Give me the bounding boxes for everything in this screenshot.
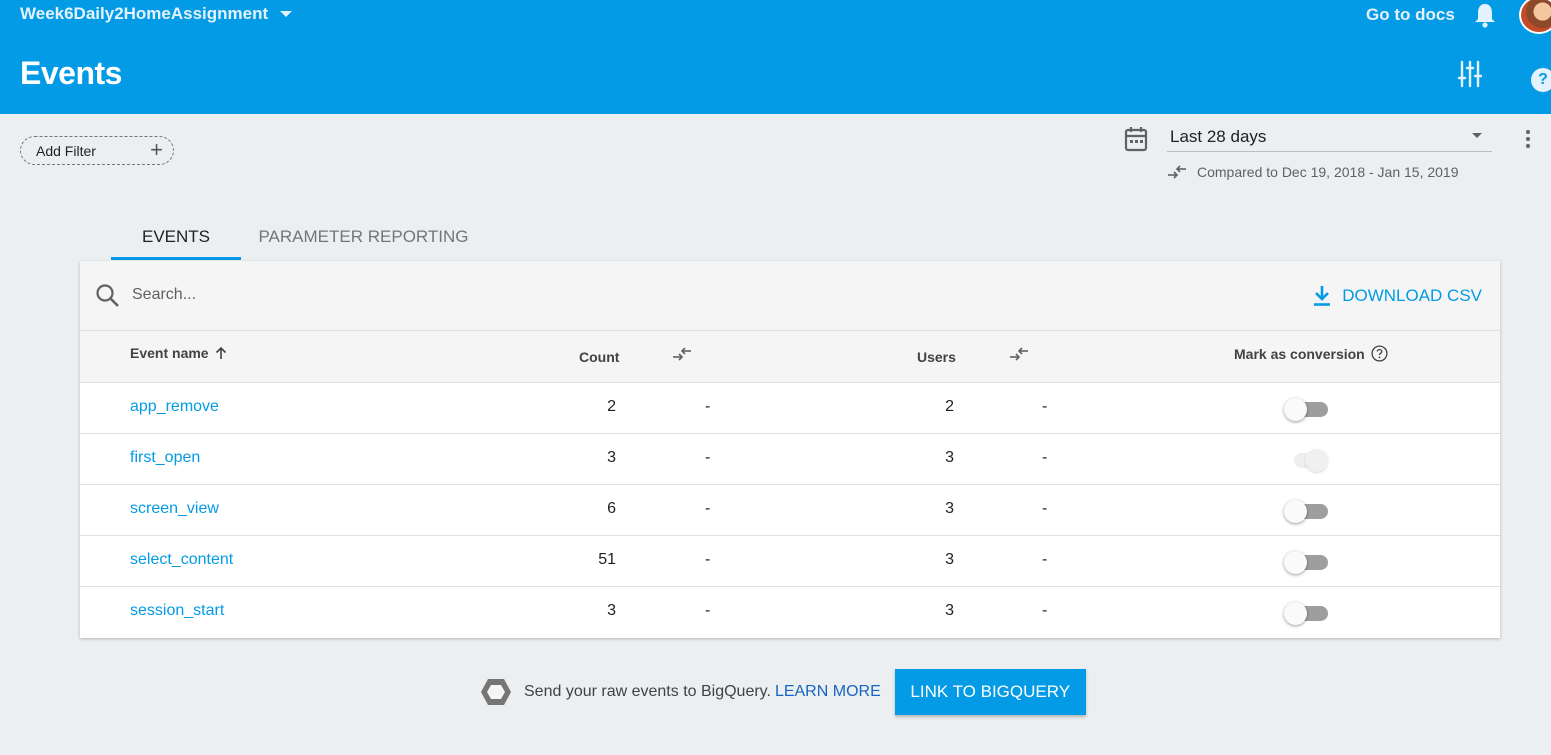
add-filter-label: Add Filter (36, 142, 96, 159)
event-users: 3 (945, 551, 954, 568)
download-icon (1314, 286, 1331, 306)
column-header-event-name[interactable]: Event name (130, 345, 227, 361)
conversion-toggle (1284, 449, 1328, 472)
users-change: - (1042, 602, 1048, 619)
help-icon[interactable]: ? (1531, 68, 1551, 92)
search-icon (96, 284, 119, 307)
event-users: 3 (945, 500, 954, 517)
compare-icon (1168, 165, 1186, 179)
users-change: - (1042, 500, 1048, 517)
project-name: Week6Daily2HomeAssignment (20, 4, 269, 23)
tab-bar: EVENTS PARAMETER REPORTING (111, 218, 486, 260)
tab-events[interactable]: EVENTS (111, 218, 241, 260)
conversion-header-label: Mark as conversion (1234, 345, 1365, 362)
count-change: - (705, 500, 711, 517)
column-header-users[interactable]: Users (917, 349, 956, 365)
chevron-down-icon (280, 11, 293, 17)
project-selector[interactable]: Week6Daily2HomeAssignment (20, 4, 293, 24)
add-filter-button[interactable]: Add Filter + (20, 136, 174, 165)
bell-icon[interactable] (1474, 2, 1496, 28)
date-range-value: Last 28 days (1170, 127, 1267, 146)
help-outline-icon[interactable] (1371, 345, 1388, 362)
event-count: 51 (598, 551, 616, 568)
download-csv-label: DOWNLOAD CSV (1342, 286, 1482, 305)
event-name-header-label: Event name (130, 345, 209, 361)
arrow-up-icon (215, 346, 226, 359)
table-row: screen_view 6 - 3 - (80, 485, 1500, 536)
event-users: 3 (945, 602, 954, 619)
event-users: 3 (945, 449, 954, 466)
table-row: first_open 3 - 3 - (80, 434, 1500, 485)
conversion-toggle[interactable] (1284, 500, 1328, 523)
table-header: Event name Count Users Mark as conversio… (80, 331, 1500, 383)
calendar-icon (1124, 127, 1148, 152)
table-row: select_content 51 - 3 - (80, 536, 1500, 587)
event-count: 2 (607, 398, 616, 415)
event-count: 3 (607, 602, 616, 619)
more-vert-icon[interactable] (1520, 128, 1536, 152)
top-app-bar: Week6Daily2HomeAssignment Events Go to d… (0, 0, 1551, 114)
table-toolbar: DOWNLOAD CSV (80, 261, 1500, 331)
event-name-link[interactable]: first_open (130, 449, 200, 467)
avatar[interactable] (1519, 0, 1551, 34)
conversion-toggle[interactable] (1284, 398, 1328, 421)
dropdown-arrow-icon (1472, 133, 1482, 138)
tab-parameter-reporting[interactable]: PARAMETER REPORTING (241, 218, 486, 260)
count-change: - (705, 449, 711, 466)
search-input[interactable] (132, 283, 732, 307)
compare-period: Compared to Dec 19, 2018 - Jan 15, 2019 (1167, 164, 1459, 180)
page-title: Events (20, 55, 122, 91)
count-change: - (705, 551, 711, 568)
event-count: 6 (607, 500, 616, 517)
bigquery-icon (481, 679, 511, 705)
event-name-link[interactable]: app_remove (130, 398, 219, 416)
event-name-link[interactable]: screen_view (130, 500, 219, 518)
download-csv-button[interactable]: DOWNLOAD CSV (1312, 285, 1482, 307)
column-header-conversion: Mark as conversion (1234, 345, 1388, 362)
users-change: - (1042, 449, 1048, 466)
plus-icon: + (150, 137, 163, 162)
events-table-card: DOWNLOAD CSV Event name Count Users Mark… (80, 261, 1500, 638)
event-name-link[interactable]: select_content (130, 551, 233, 569)
event-name-link[interactable]: session_start (130, 602, 224, 620)
learn-more-link[interactable]: LEARN MORE (775, 683, 881, 701)
users-change: - (1042, 551, 1048, 568)
go-to-docs-link[interactable]: Go to docs (1366, 5, 1455, 25)
tune-icon[interactable] (1458, 60, 1482, 88)
bigquery-promo-text: Send your raw events to BigQuery. (524, 683, 771, 700)
conversion-toggle[interactable] (1284, 602, 1328, 625)
compare-icon (1010, 347, 1028, 361)
compare-text: Compared to Dec 19, 2018 - Jan 15, 2019 (1197, 164, 1459, 180)
count-change: - (705, 602, 711, 619)
conversion-toggle[interactable] (1284, 551, 1328, 574)
date-range-select[interactable]: Last 28 days (1167, 122, 1492, 152)
event-users: 2 (945, 398, 954, 415)
column-header-count[interactable]: Count (579, 349, 619, 365)
link-to-bigquery-button[interactable]: LINK TO BIGQUERY (894, 669, 1086, 715)
table-row: session_start 3 - 3 - (80, 587, 1500, 638)
bigquery-promo: Send your raw events to BigQuery. LEARN … (480, 669, 1086, 715)
compare-icon (673, 347, 691, 361)
event-count: 3 (607, 449, 616, 466)
table-row: app_remove 2 - 2 - (80, 383, 1500, 434)
users-change: - (1042, 398, 1048, 415)
count-change: - (705, 398, 711, 415)
